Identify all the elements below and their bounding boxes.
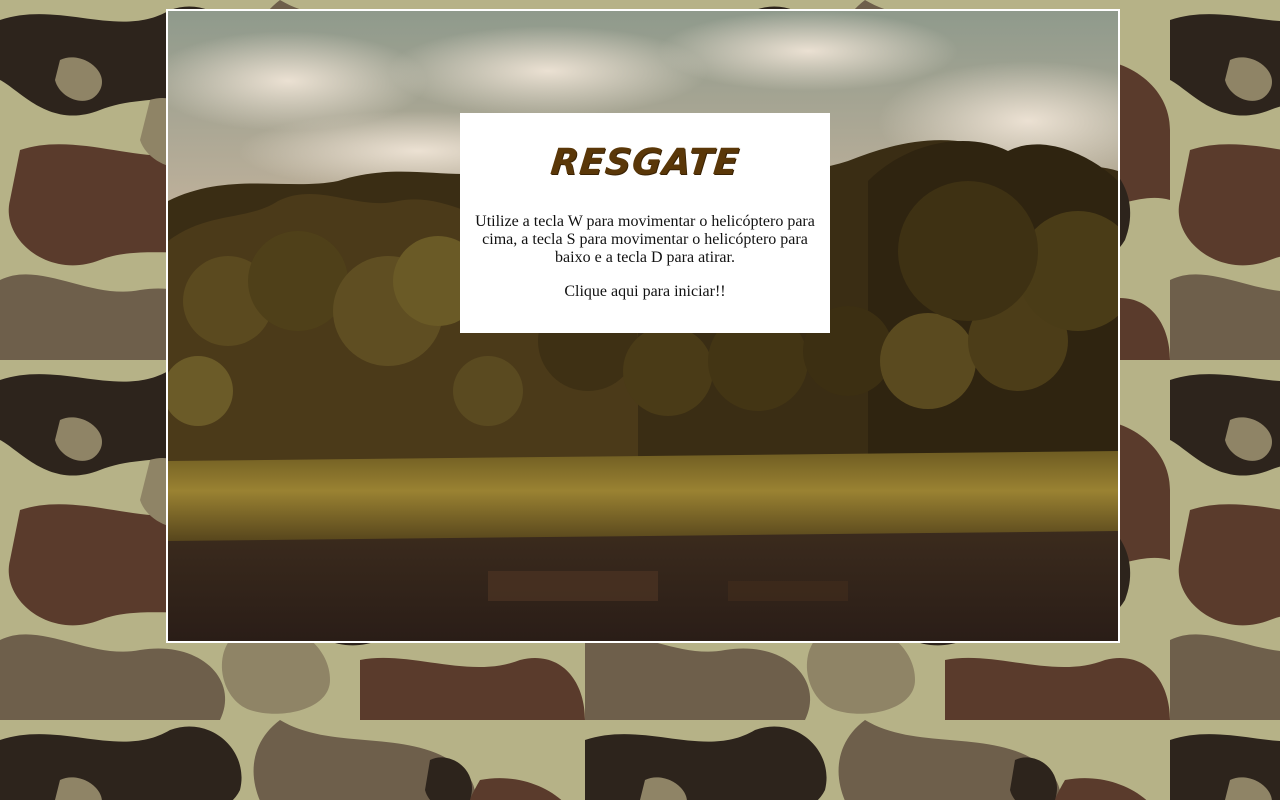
start-dialog[interactable]: RESGATE Utilize a tecla W para movimenta… [460, 113, 830, 333]
game-title: RESGATE [548, 142, 742, 183]
start-game-link[interactable]: Clique aqui para iniciar!! [460, 283, 830, 301]
instructions-text: Utilize a tecla W para movimentar o heli… [475, 213, 815, 266]
game-canvas[interactable]: RESGATE Utilize a tecla W para movimenta… [166, 9, 1120, 643]
